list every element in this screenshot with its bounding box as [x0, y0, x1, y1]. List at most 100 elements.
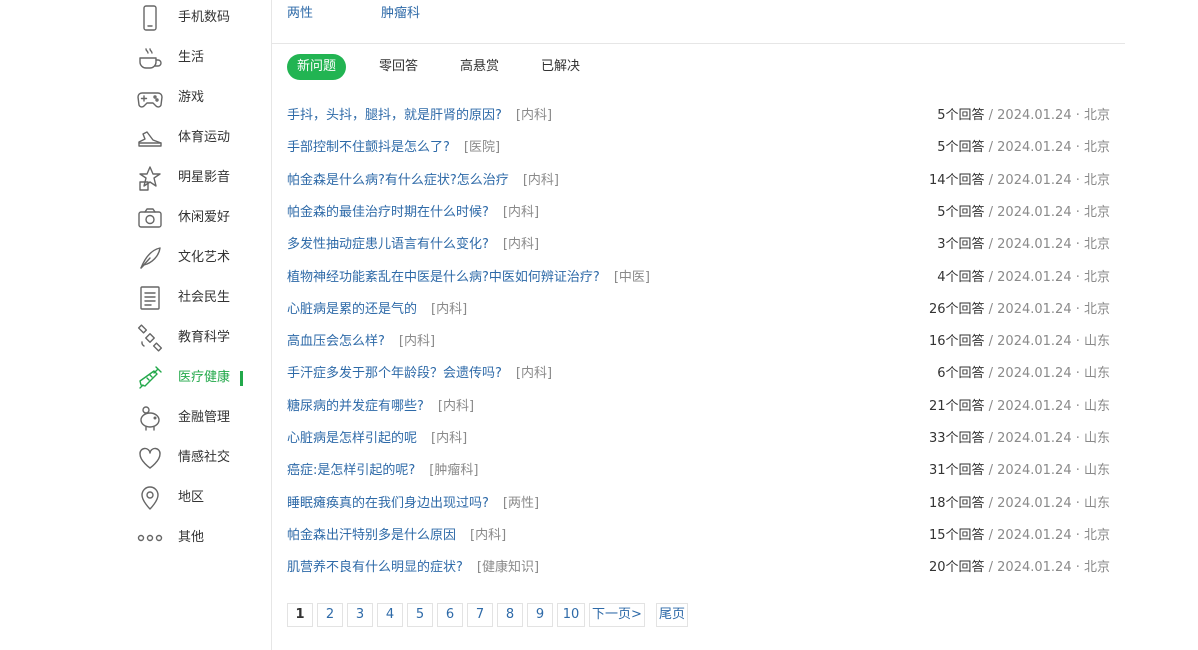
question-category-tag[interactable]: [内科]	[503, 205, 539, 220]
gamepad-icon	[136, 84, 164, 112]
question-category-tag[interactable]: [两性]	[503, 496, 539, 511]
sidebar-item-3[interactable]: 体育运动	[130, 120, 270, 156]
answer-count[interactable]: 4个回答	[937, 270, 984, 285]
question-row: 植物神经功能紊乱在中医是什么病?中医如何辨证治疗? [中医] 4个回答 / 2024…	[287, 267, 1110, 289]
answer-count[interactable]: 20个回答	[929, 560, 985, 575]
question-title[interactable]: 帕金森的最佳治疗时期在什么时候?	[287, 205, 489, 220]
question-row: 手部控制不住颤抖是怎么了? [医院] 5个回答 / 2024.01.24 · 北京	[287, 137, 1110, 159]
question-category-tag[interactable]: [内科]	[503, 237, 539, 252]
header-divider	[272, 43, 1125, 44]
sidebar-item-11[interactable]: 情感社交	[130, 440, 270, 476]
meta-separator: /	[988, 398, 994, 414]
next-page-button[interactable]: 下一页>	[589, 603, 645, 627]
question-title[interactable]: 帕金森是什么病?有什么症状?怎么治疗	[287, 173, 509, 188]
more-dots-icon	[136, 524, 164, 552]
page-button-5[interactable]: 5	[407, 603, 433, 627]
sidebar-item-12[interactable]: 地区	[130, 480, 270, 516]
answer-count[interactable]: 5个回答	[937, 205, 984, 220]
page-button-8[interactable]: 8	[497, 603, 523, 627]
answer-count[interactable]: 5个回答	[937, 140, 984, 155]
answer-count[interactable]: 15个回答	[929, 528, 985, 543]
page-button-2[interactable]: 2	[317, 603, 343, 627]
question-row: 癌症:是怎样引起的呢? [肿瘤科] 31个回答 / 2024.01.24 · 山东	[287, 460, 1110, 482]
answer-count[interactable]: 3个回答	[937, 237, 984, 252]
question-title[interactable]: 心脏病是累的还是气的	[287, 302, 417, 317]
meta-separator: /	[988, 431, 994, 446]
answer-count[interactable]: 31个回答	[929, 463, 985, 478]
question-meta: 5个回答 / 2024.01.24 · 北京	[937, 202, 1110, 224]
syringe-icon	[136, 364, 164, 392]
tab-high-reward[interactable]: 高悬赏	[450, 54, 509, 80]
question-meta: 6个回答 / 2024.01.24 · 山东	[937, 363, 1110, 385]
sidebar-item-label: 生活	[178, 50, 205, 65]
sidebar-item-7[interactable]: 社会民生	[130, 280, 270, 316]
page-button-9[interactable]: 9	[527, 603, 553, 627]
question-category-tag[interactable]: [内科]	[431, 431, 467, 446]
question-meta: 4个回答 / 2024.01.24 · 北京	[937, 267, 1110, 289]
question-title[interactable]: 癌症:是怎样引起的呢?	[287, 463, 415, 478]
sidebar-item-6[interactable]: 文化艺术	[130, 240, 270, 276]
sublink-zhongliuke[interactable]: 肿瘤科	[381, 2, 420, 21]
answer-count[interactable]: 26个回答	[929, 302, 985, 317]
meta-separator: /	[988, 366, 994, 382]
sidebar-item-10[interactable]: 金融管理	[130, 400, 270, 436]
question-meta: 21个回答 / 2024.01.24 · 山东	[929, 396, 1110, 418]
tab-solved[interactable]: 已解决	[531, 54, 590, 80]
question-date-location: 2024.01.24 · 北京	[997, 108, 1110, 123]
question-title[interactable]: 手抖，头抖，腿抖，就是肝肾的原因?	[287, 108, 502, 123]
question-row: 帕金森的最佳治疗时期在什么时候? [内科] 5个回答 / 2024.01.24 · …	[287, 202, 1110, 224]
question-category-tag[interactable]: [医院]	[464, 140, 500, 155]
meta-separator: /	[988, 463, 994, 479]
question-title[interactable]: 高血压会怎么样?	[287, 334, 385, 349]
sidebar-item-0[interactable]: 手机数码	[130, 0, 270, 36]
page-button-3[interactable]: 3	[347, 603, 373, 627]
question-category-tag[interactable]: [内科]	[470, 528, 506, 543]
question-category-tag[interactable]: [肿瘤科]	[429, 463, 478, 478]
sidebar-item-13[interactable]: 其他	[130, 520, 270, 556]
question-title[interactable]: 帕金森出汗特别多是什么原因	[287, 528, 456, 543]
sidebar-item-1[interactable]: 生活	[130, 40, 270, 76]
question-title[interactable]: 手汗症多发于那个年龄段？会遗传吗?	[287, 366, 502, 381]
question-date-location: 2024.01.24 · 山东	[997, 334, 1110, 350]
question-category-tag[interactable]: [健康知识]	[477, 560, 539, 575]
answer-count[interactable]: 18个回答	[929, 496, 985, 511]
page-button-7[interactable]: 7	[467, 603, 493, 627]
question-title[interactable]: 肌营养不良有什么明显的症状?	[287, 560, 463, 575]
question-category-tag[interactable]: [中医]	[614, 270, 650, 285]
sidebar-item-2[interactable]: 游戏	[130, 80, 270, 116]
question-title[interactable]: 睡眠瘫痪真的在我们身边出现过吗?	[287, 496, 489, 511]
question-title[interactable]: 多发性抽动症患儿语言有什么变化?	[287, 237, 489, 252]
answer-count[interactable]: 33个回答	[929, 431, 985, 446]
question-category-tag[interactable]: [内科]	[431, 302, 467, 317]
question-title[interactable]: 心脏病是怎样引起的呢	[287, 431, 417, 446]
sidebar-item-8[interactable]: 教育科学	[130, 320, 270, 356]
tab-new-questions[interactable]: 新问题	[287, 54, 347, 80]
question-title[interactable]: 植物神经功能紊乱在中医是什么病?中医如何辨证治疗?	[287, 270, 600, 285]
question-category-tag[interactable]: [内科]	[516, 366, 552, 381]
sidebar-item-5[interactable]: 休闲爱好	[130, 200, 270, 236]
question-row: 肌营养不良有什么明显的症状? [健康知识] 20个回答 / 2024.01.24 ·…	[287, 557, 1110, 579]
answer-count[interactable]: 21个回答	[929, 399, 985, 414]
sneaker-icon	[136, 124, 164, 152]
question-row: 多发性抽动症患儿语言有什么变化? [内科] 3个回答 / 2024.01.24 · …	[287, 234, 1110, 256]
page-button-10[interactable]: 10	[557, 603, 585, 627]
sublink-liangxing[interactable]: 两性	[287, 2, 313, 21]
sidebar-item-4[interactable]: 明星影音	[130, 160, 270, 196]
sidebar-item-label: 教育科学	[178, 330, 231, 345]
tab-zero-answers[interactable]: 零回答	[369, 54, 428, 80]
question-title[interactable]: 糖尿病的并发症有哪些?	[287, 399, 424, 414]
question-category-tag[interactable]: [内科]	[516, 108, 552, 123]
question-category-tag[interactable]: [内科]	[399, 334, 435, 349]
answer-count[interactable]: 5个回答	[937, 108, 984, 123]
answer-count[interactable]: 14个回答	[929, 173, 985, 188]
answer-count[interactable]: 16个回答	[929, 334, 985, 349]
last-page-button[interactable]: 尾页	[656, 603, 689, 627]
question-category-tag[interactable]: [内科]	[438, 399, 474, 414]
sidebar-item-9[interactable]: 医疗健康	[130, 360, 270, 396]
question-category-tag[interactable]: [内科]	[523, 173, 559, 188]
question-title[interactable]: 手部控制不住颤抖是怎么了?	[287, 140, 450, 155]
page-button-6[interactable]: 6	[437, 603, 463, 627]
page-button-4[interactable]: 4	[377, 603, 403, 627]
page-button-1[interactable]: 1	[287, 603, 313, 627]
answer-count[interactable]: 6个回答	[937, 366, 984, 381]
